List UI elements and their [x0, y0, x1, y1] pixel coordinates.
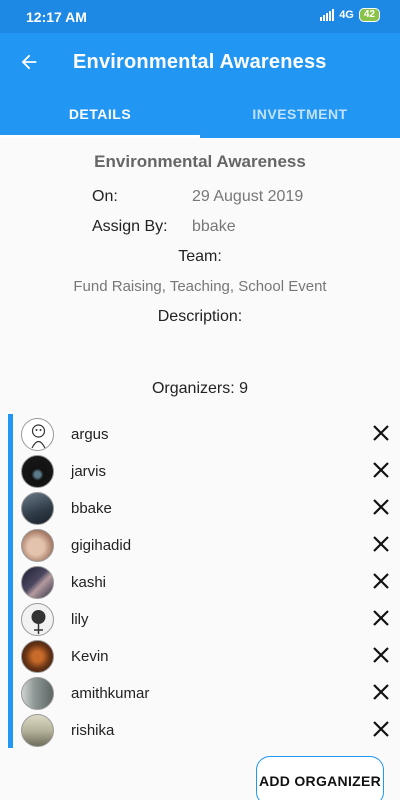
list-item: Kevin [13, 638, 400, 675]
close-icon[interactable] [371, 682, 391, 702]
organizer-name: argus [71, 426, 109, 443]
date-value: 29 August 2019 [192, 188, 304, 205]
close-icon[interactable] [371, 460, 391, 480]
close-icon[interactable] [371, 571, 391, 591]
battery-icon: 42 [358, 8, 380, 22]
avatar [21, 492, 54, 525]
status-time: 12:17 AM [26, 9, 87, 25]
organizer-name: gigihadid [71, 537, 132, 554]
team-value: Fund Raising, Teaching, School Event [73, 278, 327, 295]
avatar [21, 529, 54, 562]
assign-by-value: bbake [192, 218, 236, 235]
organizer-name: amithkumar [71, 685, 150, 702]
list-item: jarvis [13, 453, 400, 490]
list-item: lily [13, 601, 400, 638]
organizer-name: kashi [71, 574, 107, 591]
close-icon[interactable] [371, 645, 391, 665]
close-icon[interactable] [371, 719, 391, 739]
avatar [21, 677, 54, 710]
date-label: On: [92, 188, 118, 205]
list-item: rishika [13, 712, 400, 749]
organizer-name: jarvis [71, 463, 107, 480]
avatar [21, 566, 54, 599]
status-indicators: 4G 42 [320, 8, 380, 22]
avatar [21, 714, 54, 747]
app-bar: Environmental Awareness [0, 33, 400, 93]
organizers-list: argus jarvis bbake gigihadid kashi lily … [8, 414, 400, 748]
list-item: gigihadid [13, 527, 400, 564]
description-label: Description: [157, 308, 243, 325]
tab-details[interactable]: DETAILS [0, 93, 200, 138]
close-icon[interactable] [371, 497, 391, 517]
organizer-name: rishika [71, 722, 115, 739]
team-label: Team: [178, 248, 222, 265]
organizer-name: bbake [71, 500, 112, 517]
avatar [21, 418, 54, 451]
add-organizer-button[interactable]: ADD ORGANIZER [256, 756, 384, 800]
close-icon[interactable] [371, 534, 391, 554]
avatar [21, 640, 54, 673]
close-icon[interactable] [371, 608, 391, 628]
page-title: Environmental Awareness [73, 51, 327, 73]
status-bar: 12:17 AM 4G 42 [0, 0, 400, 33]
organizer-name: Kevin [71, 648, 109, 665]
organizers-count: Organizers: 9 [151, 380, 249, 397]
avatar [21, 603, 54, 636]
signal-icon [320, 9, 335, 21]
back-arrow-icon[interactable] [18, 51, 40, 73]
event-title: Environmental Awareness [94, 152, 306, 171]
close-icon[interactable] [371, 423, 391, 443]
list-item: amithkumar [13, 675, 400, 712]
assign-by-label: Assign By: [92, 218, 168, 235]
organizer-name: lily [71, 611, 89, 628]
list-item: argus [13, 416, 400, 453]
list-item: bbake [13, 490, 400, 527]
avatar [21, 455, 54, 488]
network-label: 4G [339, 9, 354, 21]
list-item: kashi [13, 564, 400, 601]
tab-investment[interactable]: INVESTMENT [200, 93, 400, 138]
tab-bar: DETAILS INVESTMENT [0, 93, 400, 138]
